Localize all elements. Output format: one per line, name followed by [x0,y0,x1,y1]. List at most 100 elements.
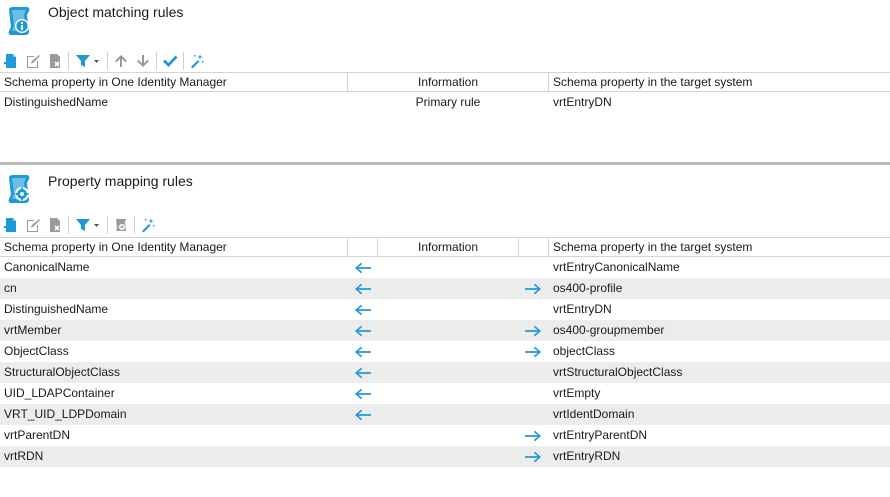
object-matching-toolbar [0,50,208,72]
rule-information [378,341,518,362]
direction-to-target-system [518,425,548,446]
identity-manager-property: DistinguishedName [4,95,109,109]
table-row[interactable]: VRT_UID_LDPDomain vrtIdentDomain [0,404,890,425]
grid-header: Schema property in One Identity Manager … [0,72,890,92]
add-rule-button[interactable] [0,50,22,72]
section-splitter[interactable] [0,162,890,165]
wizard-button[interactable] [137,214,159,236]
target-system-property: objectClass [553,344,616,358]
direction-to-target-system [518,320,548,341]
move-up-button[interactable] [110,50,132,72]
rule-information [378,278,518,299]
column-header-target-system[interactable]: Schema property in the target system [548,238,890,256]
target-system-property: vrtIdentDomain [553,407,635,421]
arrow-left-icon [355,262,371,273]
add-rule-button[interactable] [0,214,22,236]
filter-button[interactable] [71,50,105,72]
edit-icon [27,55,40,68]
direction-to-identity-manager [348,446,378,467]
identity-manager-property: vrtMember [4,323,62,337]
direction-to-identity-manager [348,425,378,446]
delete-rule-button[interactable] [44,214,66,236]
move-down-button[interactable] [132,50,154,72]
object-matching-section: Object matching rules Schema property in… [0,0,890,163]
column-header-target-system[interactable]: Schema property in the target system [548,73,890,91]
magic-wand-icon [142,218,155,233]
toolbar-separator [134,216,135,234]
apply-button[interactable] [159,50,181,72]
arrow-right-icon [525,346,541,357]
table-row[interactable]: DistinguishedName Primary rule vrtEntryD… [0,92,890,113]
rules-settings-icon [8,175,30,203]
object-matching-grid: Schema property in One Identity Manager … [0,72,890,113]
rule-information [378,299,518,320]
direction-to-identity-manager [348,362,378,383]
table-row[interactable]: UID_LDAPContainer vrtEmpty [0,383,890,404]
edit-rule-button[interactable] [22,50,44,72]
column-header-identity-manager[interactable]: Schema property in One Identity Manager [0,238,348,256]
arrow-left-icon [355,367,371,378]
identity-manager-property: vrtParentDN [4,428,71,442]
toolbar-separator [107,52,108,70]
toolbar-separator [156,52,157,70]
column-header-information[interactable]: Information [348,73,548,91]
delete-rule-button[interactable] [44,50,66,72]
direction-to-target-system [518,341,548,362]
rule-information [378,257,518,278]
table-row[interactable]: StructuralObjectClass vrtStructuralObject… [0,362,890,383]
property-mapping-grid: Schema property in One Identity Manager … [0,237,890,467]
toolbar-separator [107,216,108,234]
filter-icon [76,219,99,231]
filter-icon [76,55,99,67]
table-row[interactable]: ObjectClass objectClass [0,341,890,362]
target-system-property: os400-profile [553,281,623,295]
rule-information: Primary rule [415,95,481,109]
arrow-right-icon [525,283,541,294]
column-header-direction-left[interactable] [348,238,378,256]
edit-icon [27,219,40,232]
toolbar-separator [183,52,184,70]
toolbar-separator [68,216,69,234]
arrow-left-icon [355,409,371,420]
property-mapping-toolbar [0,214,159,236]
rule-information [378,404,518,425]
table-row[interactable]: vrtRDN vrtEntryRDN [0,446,890,467]
section-title: Property mapping rules [48,173,193,189]
identity-manager-property: vrtRDN [4,449,44,463]
column-header-identity-manager[interactable]: Schema property in One Identity Manager [0,73,348,91]
rule-information [378,383,518,404]
direction-to-identity-manager [348,257,378,278]
table-row[interactable]: DistinguishedName vrtEntryDN [0,299,890,320]
delete-document-icon [50,218,60,232]
table-row[interactable]: CanonicalName vrtEntryCanonicalName [0,257,890,278]
rule-information [378,362,518,383]
edit-rule-button[interactable] [22,214,44,236]
identity-manager-property: ObjectClass [4,344,69,358]
table-row[interactable]: vrtMember os400-groupmember [0,320,890,341]
target-system-property: vrtEntryDN [553,302,612,316]
direction-to-identity-manager [348,278,378,299]
new-document-icon [4,54,16,68]
direction-to-identity-manager [348,383,378,404]
rule-information [378,320,518,341]
new-document-icon [4,218,16,232]
identity-manager-property: CanonicalName [4,260,90,274]
column-header-direction-right[interactable] [518,238,548,256]
rules-info-icon [8,7,30,35]
rule-settings-icon [116,219,126,231]
direction-to-target-system [518,257,548,278]
arrow-left-icon [355,283,371,294]
direction-to-target-system [518,362,548,383]
direction-to-target-system [518,404,548,425]
filter-button[interactable] [71,214,105,236]
property-mapping-section: Property mapping rules Schema property i… [0,166,890,497]
direction-to-identity-manager [348,299,378,320]
direction-to-target-system [518,299,548,320]
arrow-left-icon [355,304,371,315]
table-row[interactable]: vrtParentDN vrtEntryParentDN [0,425,890,446]
section-title: Object matching rules [48,4,184,20]
table-row[interactable]: cn os400-profile [0,278,890,299]
column-header-information[interactable]: Information [378,238,518,256]
rule-settings-button[interactable] [110,214,132,236]
wizard-button[interactable] [186,50,208,72]
